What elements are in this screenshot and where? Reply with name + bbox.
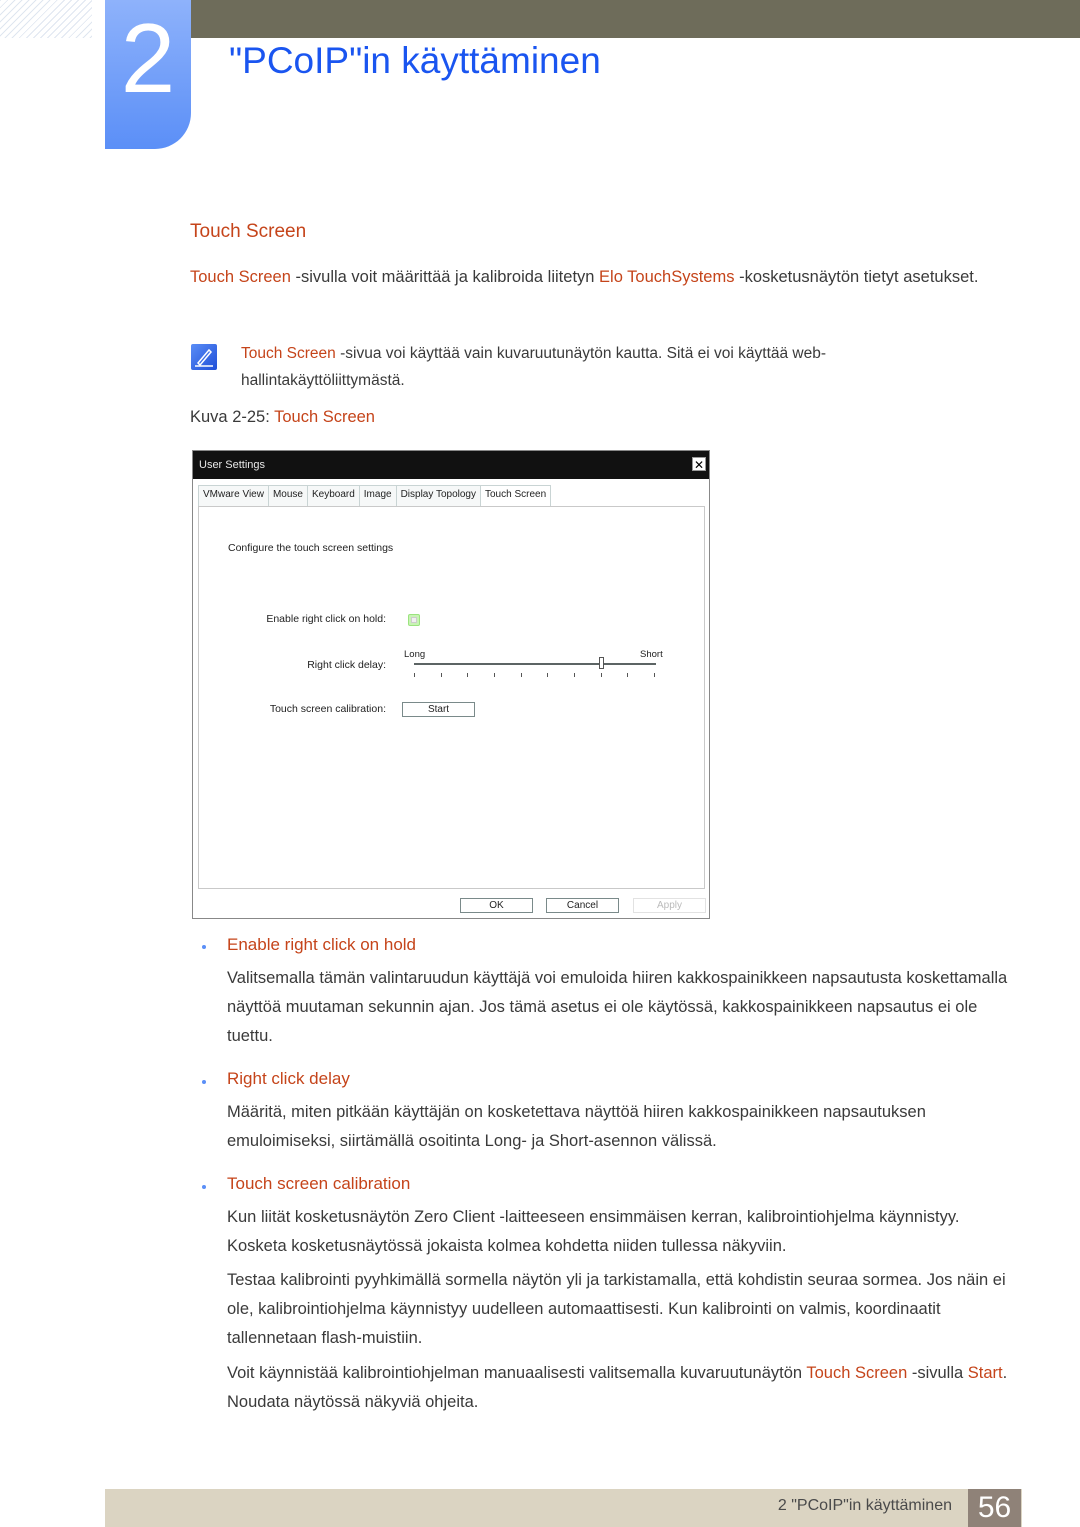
slider-track[interactable]	[414, 663, 656, 665]
figure-caption: Kuva 2-25: Touch Screen	[190, 408, 375, 426]
enable-right-click-checkbox[interactable]	[408, 614, 420, 626]
intro-paragraph: Touch Screen -sivulla voit määrittää ja …	[190, 268, 979, 286]
bullet-icon	[202, 1185, 206, 1189]
bullet-title-calibration: Touch screen calibration	[227, 1174, 411, 1193]
slider-max-label: Short	[640, 649, 663, 660]
ok-button[interactable]: OK	[460, 898, 533, 913]
slider-tick	[547, 673, 549, 677]
close-icon[interactable]: ✕	[692, 457, 706, 472]
slider-tick	[414, 673, 415, 677]
bullet-title-enable-right-click: Enable right click on hold	[227, 935, 417, 954]
chapter-badge: 2	[105, 0, 191, 149]
cancel-button[interactable]: Cancel	[546, 898, 619, 913]
enable-right-click-label: Enable right click on hold:	[266, 613, 386, 625]
bullet-icon	[202, 945, 206, 949]
slider-tick	[627, 673, 629, 677]
bullet-paragraph: Testaa kalibrointi pyyhkimällä sormella …	[227, 1271, 1006, 1347]
user-settings-dialog: User Settings ✕ VMware View Mouse Keyboa…	[192, 450, 710, 919]
tab-vmware-view[interactable]: VMware View	[198, 485, 269, 506]
tab-display-topology[interactable]: Display Topology	[395, 485, 481, 506]
bullet-paragraph: Määritä, miten pitkään käyttäjän on kosk…	[227, 1103, 926, 1150]
slider-min-label: Long	[404, 649, 426, 660]
dialog-titlebar: User Settings ✕	[193, 451, 709, 479]
right-click-delay-label: Right click delay:	[307, 659, 386, 671]
note-pencil-icon	[191, 344, 217, 370]
tab-touch-screen[interactable]: Touch Screen	[480, 485, 552, 506]
note-text: Touch Screen -sivua voi käyttää vain kuv…	[241, 345, 827, 389]
chapter-number: 2	[120, 3, 176, 113]
tab-keyboard[interactable]: Keyboard	[306, 485, 360, 506]
slider-tick	[600, 673, 602, 677]
slider-tick	[654, 673, 655, 677]
tab-mouse[interactable]: Mouse	[267, 485, 308, 506]
slider-tick	[520, 673, 522, 677]
bullet-paragraph: Valitsemalla tämän valintaruudun käyttäj…	[227, 969, 1008, 1045]
intro-link-elo: Elo TouchSystems	[599, 268, 735, 286]
slider-tick	[494, 673, 495, 677]
bullet-title-right-click-delay: Right click delay	[227, 1069, 350, 1088]
slider-tick	[467, 673, 469, 677]
page-number: 56	[968, 1489, 1021, 1527]
tab-bar: VMware View Mouse Keyboard Image Display…	[198, 485, 552, 506]
touch-screen-panel: Configure the touch screen settings Enab…	[198, 506, 705, 889]
panel-heading: Configure the touch screen settings	[228, 542, 394, 554]
slider-thumb[interactable]	[598, 657, 604, 669]
bullet-icon	[202, 1080, 206, 1084]
page-footer: 2 "PCoIP"in käyttäminen	[105, 1489, 1022, 1527]
header-bar	[190, 0, 1080, 38]
intro-link-touch-screen: Touch Screen	[190, 268, 291, 286]
bullet-paragraph: Voit käynnistää kalibrointiohjelman manu…	[227, 1364, 1008, 1411]
bullet-paragraph: Kun liität kosketusnäytön Zero Client -l…	[227, 1208, 960, 1255]
chapter-title: "PCoIP"in käyttäminen	[229, 40, 601, 81]
section-title: Touch Screen	[190, 221, 307, 242]
apply-button: Apply	[633, 898, 706, 913]
tab-image[interactable]: Image	[358, 485, 397, 506]
link-start: Start	[967, 1364, 1003, 1382]
slider-tick	[574, 673, 575, 677]
start-button[interactable]: Start	[402, 702, 475, 717]
dialog-title: User Settings	[199, 459, 266, 471]
slider-tick	[440, 673, 442, 677]
header-hatch	[0, 0, 92, 38]
footer-chapter-title: 2 "PCoIP"in käyttäminen	[777, 1497, 952, 1514]
calibration-label: Touch screen calibration:	[269, 703, 386, 715]
link-touch-screen: Touch Screen	[806, 1364, 908, 1382]
